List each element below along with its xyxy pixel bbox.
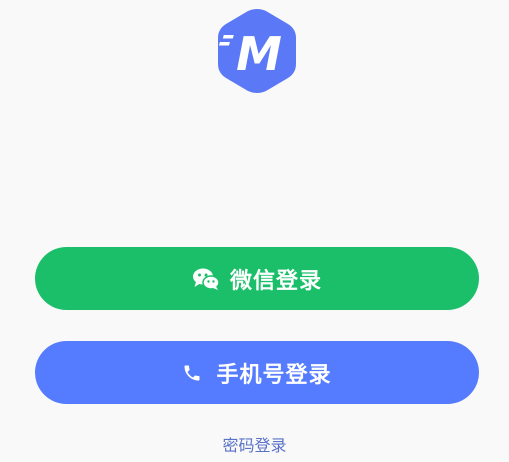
phone-login-label: 手机号登录 bbox=[216, 362, 332, 388]
phone-login-button[interactable]: 手机号登录 bbox=[35, 341, 479, 404]
app-logo: M bbox=[216, 8, 298, 94]
app-logo-m-icon: M bbox=[218, 9, 296, 93]
wechat-login-label: 微信登录 bbox=[229, 268, 322, 294]
wechat-icon bbox=[192, 267, 220, 291]
password-login-link[interactable]: 密码登录 bbox=[0, 432, 509, 456]
wechat-login-button[interactable]: 微信登录 bbox=[35, 247, 479, 310]
svg-text:M: M bbox=[236, 27, 282, 81]
phone-icon bbox=[182, 363, 202, 383]
